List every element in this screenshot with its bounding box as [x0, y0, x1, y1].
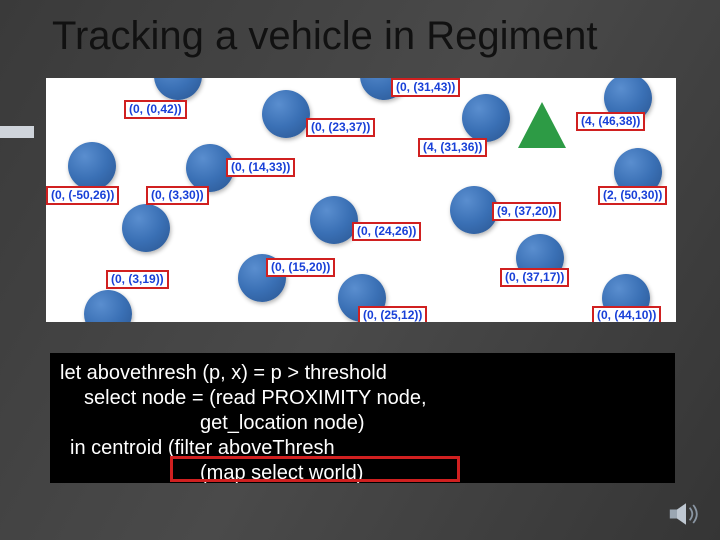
- sensor-label: (0, (3,30)): [146, 186, 209, 205]
- regiment-diagram: (0, (31,43)) (0, (0,42)) (0, (23,37)) (4, (…: [46, 78, 676, 322]
- sensor-label: (0, (-50,26)): [46, 186, 119, 205]
- code-block: let abovethresh (p, x) = p > threshold s…: [50, 353, 675, 483]
- sensor-label: (0, (25,12)): [358, 306, 427, 322]
- code-line-2: select node = (read PROXIMITY node,: [60, 386, 665, 411]
- sensor-label: (0, (0,42)): [124, 100, 187, 119]
- sensor-label: (4, (31,36)): [418, 138, 487, 157]
- sensor-node: [122, 204, 170, 252]
- sensor-node: [68, 142, 116, 190]
- sensor-node: [262, 90, 310, 138]
- sensor-label: (0, (3,19)): [106, 270, 169, 289]
- code-line-1: let abovethresh (p, x) = p > threshold: [60, 361, 665, 386]
- sensor-label: (0, (23,37)): [306, 118, 375, 137]
- sensor-node: [310, 196, 358, 244]
- sensor-node: [84, 290, 132, 322]
- sensor-label: (4, (46,38)): [576, 112, 645, 131]
- speaker-icon: [668, 500, 704, 528]
- sensor-label: (0, (31,43)): [391, 78, 460, 97]
- sensor-label: (0, (44,10)): [592, 306, 661, 322]
- code-line-4: in centroid (filter aboveThresh: [60, 436, 665, 461]
- sensor-label: (0, (24,26)): [352, 222, 421, 241]
- accent-bar: [0, 126, 34, 138]
- sensor-node: [462, 94, 510, 142]
- sensor-label: (0, (15,20)): [266, 258, 335, 277]
- code-line-5: (map select world): [60, 461, 665, 486]
- sensor-label: (2, (50,30)): [598, 186, 667, 205]
- sensor-label: (0, (14,33)): [226, 158, 295, 177]
- sensor-label: (0, (37,17)): [500, 268, 569, 287]
- slide-title: Tracking a vehicle in Regiment: [52, 14, 597, 59]
- vehicle-marker-triangle: [518, 102, 566, 148]
- code-line-3: get_location node): [60, 411, 665, 436]
- sensor-node: [450, 186, 498, 234]
- sensor-label: (9, (37,20)): [492, 202, 561, 221]
- sensor-node: [154, 78, 202, 100]
